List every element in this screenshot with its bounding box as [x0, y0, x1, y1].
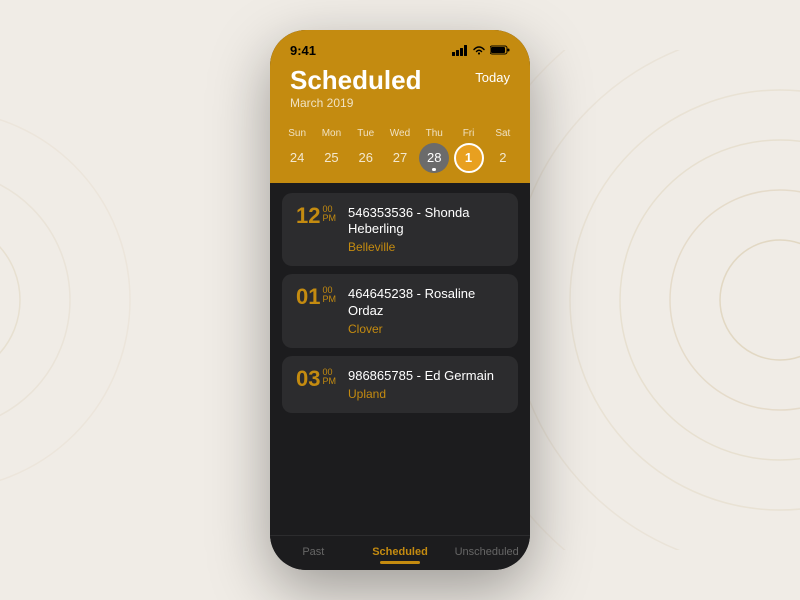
day-label-sat[interactable]: Sat [488, 128, 518, 139]
app-header: Scheduled March 2019 Today [270, 62, 530, 120]
appt-2-details: 464645238 - Rosaline Ordaz Clover [348, 286, 504, 336]
status-icons [452, 45, 510, 56]
day-2[interactable]: 2 [488, 143, 518, 173]
appt-3-time: 03 00 PM [296, 368, 336, 401]
appt-1-details: 546353536 - Shonda Heberling Belleville [348, 205, 504, 255]
tab-past-label: Past [302, 546, 324, 558]
week-strip: Sun Mon Tue Wed Thu Fri Sat 24 25 26 27 … [270, 120, 530, 183]
appt-3-location: Upland [348, 387, 504, 401]
tab-past[interactable]: Past [270, 546, 357, 558]
day-label-sun[interactable]: Sun [282, 128, 312, 139]
day-28-selected[interactable]: 28 [419, 143, 449, 173]
day-1-today[interactable]: 1 [454, 143, 484, 173]
appt-2-hour: 01 [296, 286, 320, 308]
day-label-wed[interactable]: Wed [385, 128, 415, 139]
tab-bar: Past Scheduled Unscheduled [270, 535, 530, 570]
battery-icon [490, 45, 510, 55]
day-label-tue[interactable]: Tue [351, 128, 381, 139]
status-time: 9:41 [290, 43, 316, 58]
day-indicator [432, 168, 436, 171]
appointment-3[interactable]: 03 00 PM 986865785 - Ed Germain Upland [282, 356, 518, 413]
day-label-mon[interactable]: Mon [316, 128, 346, 139]
appt-2-location: Clover [348, 322, 504, 336]
appt-1-name: 546353536 - Shonda Heberling [348, 205, 504, 239]
tab-active-indicator [380, 561, 420, 564]
status-bar: 9:41 [270, 30, 530, 62]
day-27[interactable]: 27 [385, 143, 415, 173]
appointment-1[interactable]: 12 00 PM 546353536 - Shonda Heberling Be… [282, 193, 518, 267]
header-subtitle: March 2019 [290, 96, 421, 110]
tab-scheduled[interactable]: Scheduled [357, 546, 444, 558]
appt-3-hour: 03 [296, 368, 320, 390]
appointments-list: 12 00 PM 546353536 - Shonda Heberling Be… [270, 183, 530, 535]
day-25[interactable]: 25 [316, 143, 346, 173]
wifi-icon [472, 45, 486, 55]
signal-icon [452, 45, 468, 56]
day-labels-row: Sun Mon Tue Wed Thu Fri Sat [280, 128, 520, 139]
appt-1-ampm: PM [322, 214, 336, 223]
appt-1-location: Belleville [348, 240, 504, 254]
tab-unscheduled[interactable]: Unscheduled [443, 546, 530, 558]
tab-scheduled-label: Scheduled [372, 546, 428, 558]
appt-3-details: 986865785 - Ed Germain Upland [348, 368, 504, 401]
appt-1-time: 12 00 PM [296, 205, 336, 255]
appt-2-ampm: PM [322, 295, 336, 304]
appt-1-hour: 12 [296, 205, 320, 227]
today-button[interactable]: Today [475, 66, 510, 85]
appointment-2[interactable]: 01 00 PM 464645238 - Rosaline Ordaz Clov… [282, 274, 518, 348]
appt-2-name: 464645238 - Rosaline Ordaz [348, 286, 504, 320]
day-numbers-row: 24 25 26 27 28 1 2 [280, 143, 520, 173]
appt-3-ampm: PM [322, 377, 336, 386]
day-label-thu[interactable]: Thu [419, 128, 449, 139]
appt-2-time: 01 00 PM [296, 286, 336, 336]
appt-3-name: 986865785 - Ed Germain [348, 368, 504, 385]
phone-shell: 9:41 [270, 30, 530, 570]
page-title: Scheduled [290, 66, 421, 95]
day-26[interactable]: 26 [351, 143, 381, 173]
day-24[interactable]: 24 [282, 143, 312, 173]
day-label-fri[interactable]: Fri [454, 128, 484, 139]
tab-unscheduled-label: Unscheduled [455, 546, 519, 558]
